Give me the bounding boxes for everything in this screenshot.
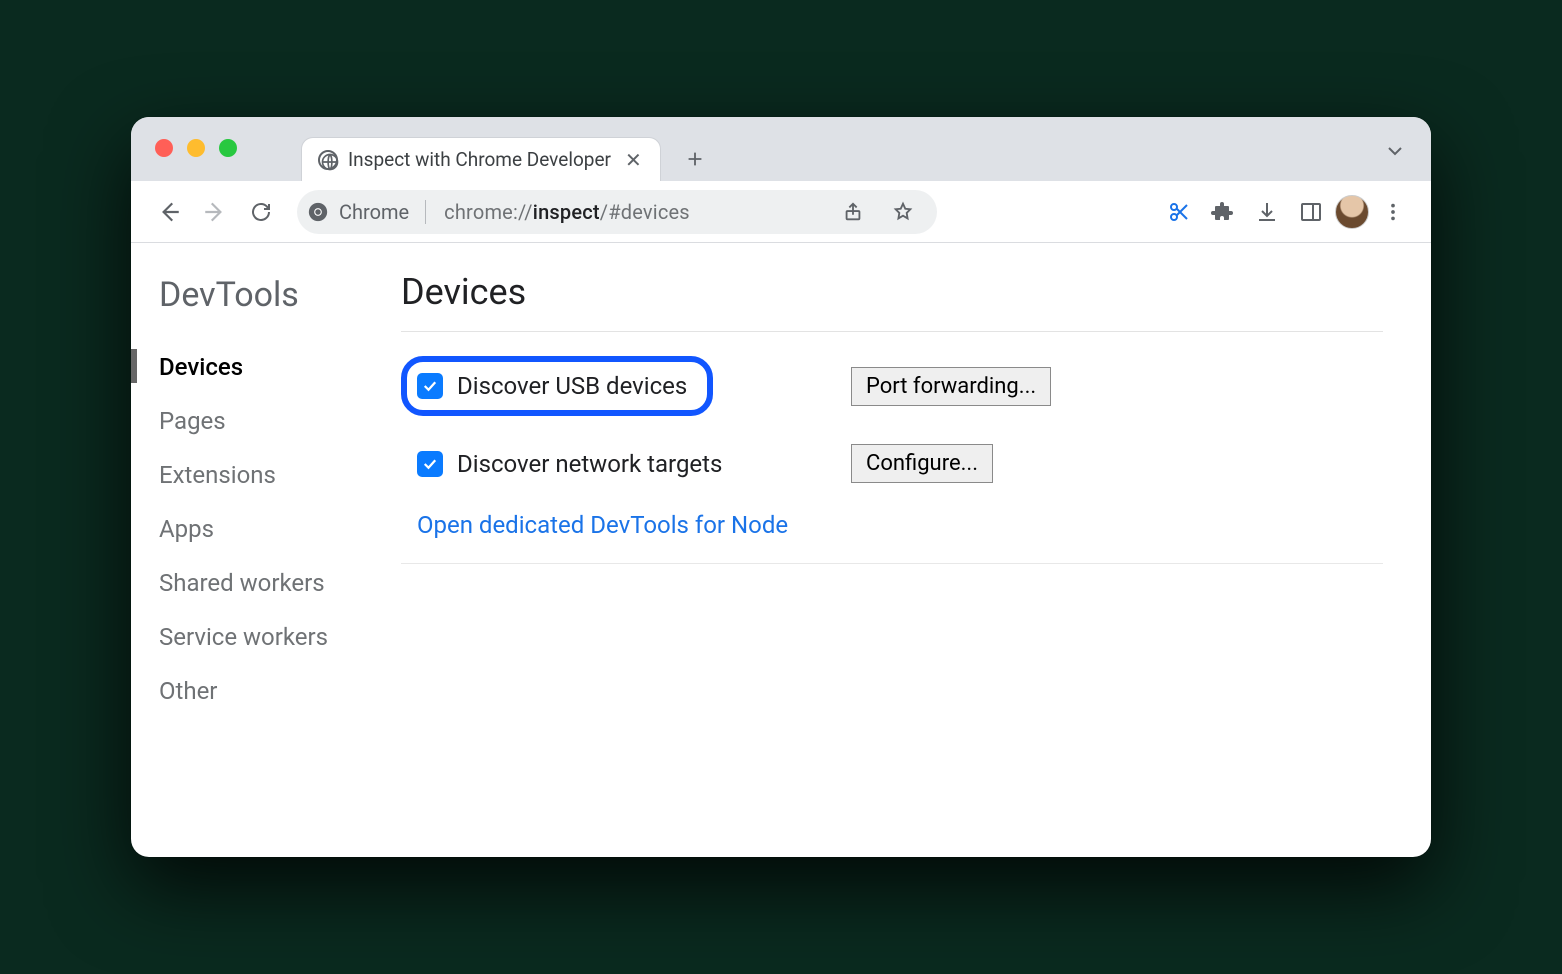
row-node-link: Open dedicated DevTools for Node (401, 497, 1383, 553)
titlebar: Inspect with Chrome Developer ✕ (131, 117, 1431, 181)
back-button[interactable] (149, 192, 189, 232)
sidebar-nav: Devices Pages Extensions Apps Shared wor… (159, 343, 391, 715)
profile-avatar[interactable] (1335, 195, 1369, 229)
downloads-icon[interactable] (1247, 192, 1287, 232)
share-icon[interactable] (833, 192, 873, 232)
close-window-button[interactable] (155, 139, 173, 157)
omnibox[interactable]: Chrome chrome://inspect/#devices (297, 190, 937, 234)
chrome-chip: Chrome (339, 200, 434, 224)
divider (401, 331, 1383, 332)
sidebar-item-devices[interactable]: Devices (159, 343, 391, 391)
reload-button[interactable] (241, 192, 281, 232)
label-discover-network: Discover network targets (457, 450, 722, 478)
sidebar-item-service-workers[interactable]: Service workers (159, 613, 391, 661)
tabstrip: Inspect with Chrome Developer ✕ (301, 117, 715, 181)
url-text: chrome://inspect/#devices (444, 200, 823, 224)
main-panel: Devices Discover USB devices Port forwar… (391, 243, 1431, 857)
chrome-chip-label: Chrome (339, 200, 409, 224)
toolbar: Chrome chrome://inspect/#devices (131, 181, 1431, 243)
scissors-icon[interactable] (1159, 192, 1199, 232)
extensions-icon[interactable] (1203, 192, 1243, 232)
sidebar-brand: DevTools (159, 275, 391, 315)
chip-divider (425, 200, 426, 224)
tab-close-icon[interactable]: ✕ (621, 146, 646, 174)
minimize-window-button[interactable] (187, 139, 205, 157)
tab-title: Inspect with Chrome Developer (348, 148, 611, 171)
open-devtools-node-link[interactable]: Open dedicated DevTools for Node (417, 511, 788, 539)
port-forwarding-button[interactable]: Port forwarding... (851, 367, 1051, 406)
tabs-dropdown-icon[interactable] (1383, 139, 1407, 163)
sidebar-item-shared-workers[interactable]: Shared workers (159, 559, 391, 607)
sidebar-item-other[interactable]: Other (159, 667, 391, 715)
divider (401, 563, 1383, 564)
sidebar-item-apps[interactable]: Apps (159, 505, 391, 553)
forward-button[interactable] (195, 192, 235, 232)
sidebar-item-extensions[interactable]: Extensions (159, 451, 391, 499)
sidebar-item-pages[interactable]: Pages (159, 397, 391, 445)
toolbar-right (1159, 192, 1413, 232)
configure-button[interactable]: Configure... (851, 444, 993, 483)
maximize-window-button[interactable] (219, 139, 237, 157)
chrome-logo-icon (307, 201, 329, 223)
side-panel-icon[interactable] (1291, 192, 1331, 232)
label-discover-usb: Discover USB devices (457, 372, 687, 400)
checkbox-discover-usb[interactable] (417, 373, 443, 399)
new-tab-button[interactable] (675, 139, 715, 179)
kebab-menu-icon[interactable] (1373, 192, 1413, 232)
row-network: Discover network targets Configure... (401, 430, 1383, 497)
bookmark-star-icon[interactable] (883, 192, 923, 232)
browser-window: Inspect with Chrome Developer ✕ Chrome (131, 117, 1431, 857)
highlight-usb: Discover USB devices (401, 356, 713, 416)
traffic-lights (155, 139, 237, 157)
sidebar: DevTools Devices Pages Extensions Apps S… (131, 243, 391, 857)
page-title: Devices (401, 271, 1383, 313)
row-usb: Discover USB devices Port forwarding... (401, 342, 1383, 430)
checkbox-discover-network[interactable] (417, 451, 443, 477)
globe-icon (318, 150, 338, 170)
page-content: DevTools Devices Pages Extensions Apps S… (131, 243, 1431, 857)
tab-active[interactable]: Inspect with Chrome Developer ✕ (301, 137, 661, 181)
